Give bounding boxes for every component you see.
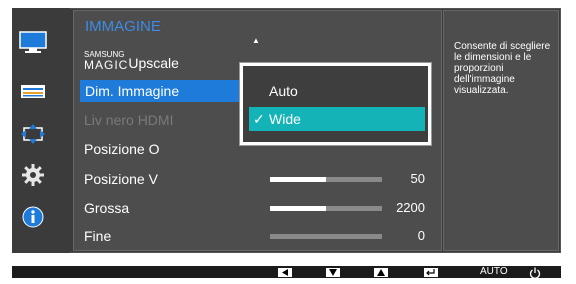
check-icon: ✓ [253, 110, 265, 127]
menu-item-dim-immagine[interactable]: Dim. Immagine [80, 80, 249, 102]
option-auto[interactable]: Auto [249, 79, 425, 103]
info-icon[interactable] [19, 205, 47, 229]
menu-item-posizione-v[interactable]: Posizione V [84, 168, 158, 190]
picture-icon[interactable] [19, 30, 47, 54]
auto-button[interactable]: AUTO [480, 266, 508, 278]
info-panel: Consente di scegliere le dimensioni e le… [443, 10, 559, 251]
grossa-slider[interactable] [270, 206, 382, 211]
down-arrow-icon[interactable] [326, 268, 340, 277]
size-position-icon[interactable] [19, 122, 47, 146]
gear-icon[interactable] [19, 163, 47, 187]
slider-fill [270, 206, 326, 211]
power-icon[interactable] [528, 266, 542, 279]
scroll-up-icon: ▲ [252, 36, 260, 45]
menu-item-liv-nero-hdmi: Liv nero HDMI [84, 112, 174, 128]
screen-icon[interactable] [19, 80, 47, 104]
menu-item-fine[interactable]: Fine [84, 225, 111, 247]
enter-icon[interactable] [424, 268, 438, 277]
info-text: Consente di scegliere le dimensioni e le… [454, 41, 551, 96]
menu-item-posizione-o[interactable]: Posizione O [84, 138, 159, 160]
posizione-v-slider[interactable] [270, 177, 382, 182]
fine-slider[interactable] [270, 234, 382, 239]
magic-upscale-label: SAMSUNG MAGIC Upscale [84, 49, 179, 72]
option-wide[interactable]: ✓ Wide [249, 107, 425, 131]
image-size-dropdown: Auto ✓ Wide [239, 62, 432, 146]
fine-value: 0 [417, 228, 425, 243]
slider-fill [270, 177, 326, 182]
menu-item-magic-upscale[interactable]: SAMSUNG MAGIC Upscale [84, 49, 179, 71]
left-arrow-icon[interactable] [278, 268, 292, 277]
posizione-v-value: 50 [410, 171, 425, 186]
menu-title: IMMAGINE [85, 18, 161, 35]
grossa-value: 2200 [396, 200, 425, 215]
menu-item-grossa[interactable]: Grossa [84, 197, 129, 219]
up-arrow-icon[interactable] [374, 268, 388, 277]
